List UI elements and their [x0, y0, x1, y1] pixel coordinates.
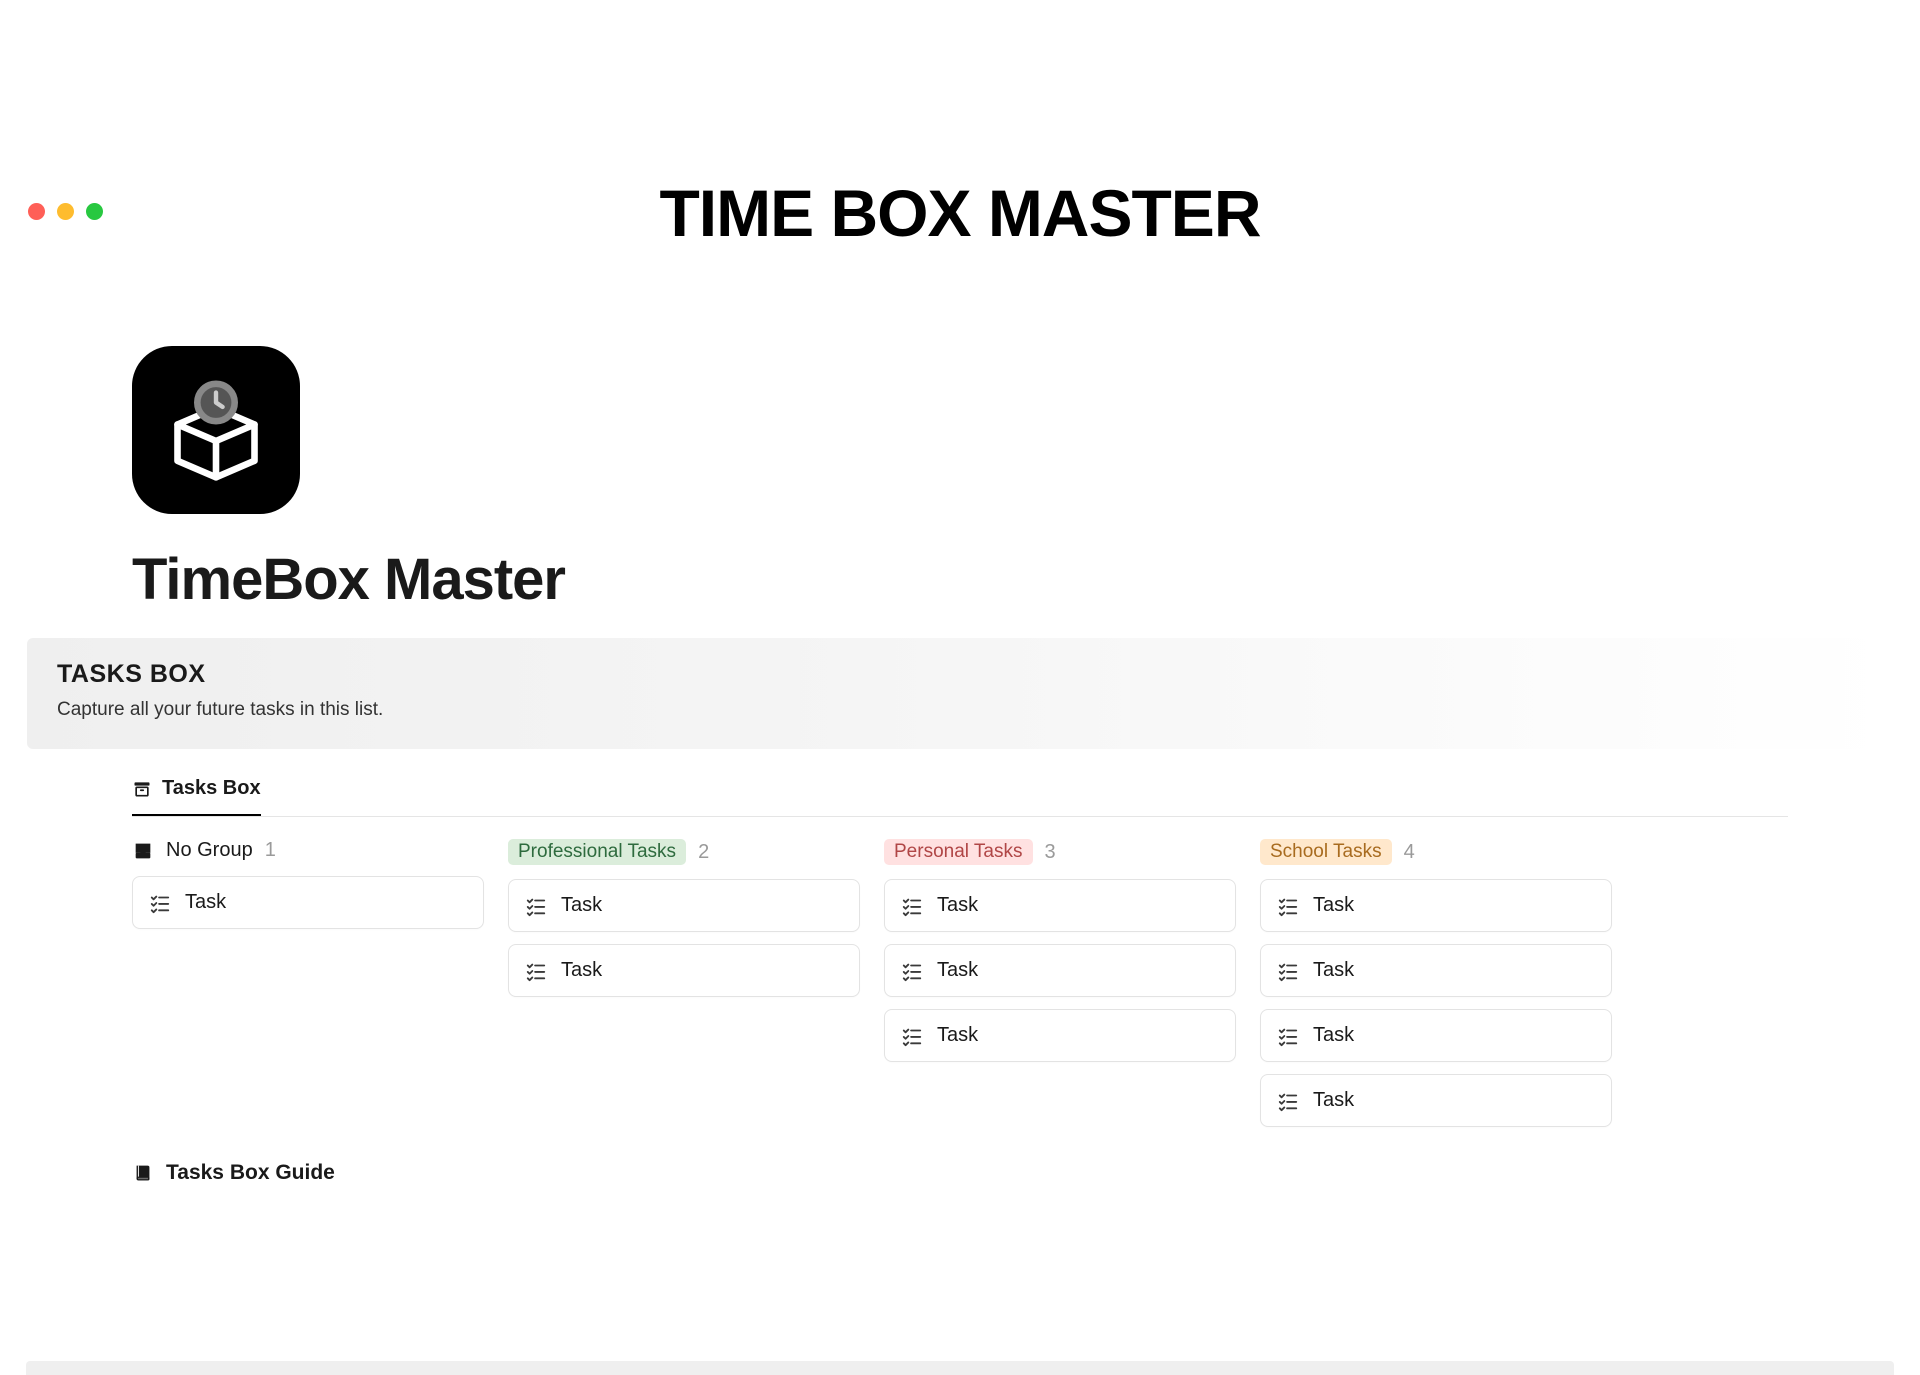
column-chip: School Tasks [1260, 839, 1392, 865]
checklist-icon [901, 895, 923, 917]
checklist-icon [525, 895, 547, 917]
checklist-icon [1277, 1090, 1299, 1112]
column-header[interactable]: Professional Tasks 2 [508, 839, 860, 865]
guide-label: Tasks Box Guide [166, 1161, 335, 1185]
column-count: 3 [1045, 841, 1056, 864]
column-chip: Personal Tasks [884, 839, 1033, 865]
hero-title: TIME BOX MASTER [0, 175, 1920, 251]
column-count: 2 [698, 841, 709, 864]
kanban-board: No Group 1 Task Professional Tasks 2 Task Task… [132, 839, 1788, 1139]
checklist-icon [149, 892, 171, 914]
view-tabs: Tasks Box [132, 777, 1788, 817]
callout-subtitle: Capture all your future tasks in this li… [57, 699, 1863, 721]
task-card[interactable]: Task [884, 944, 1236, 997]
checklist-icon [1277, 960, 1299, 982]
task-card[interactable]: Task [1260, 944, 1612, 997]
task-title: Task [1313, 894, 1354, 917]
column-count: 1 [265, 839, 276, 862]
checklist-icon [901, 1025, 923, 1047]
page-title: TimeBox Master [132, 546, 1788, 613]
tasks-box-guide-link[interactable]: Tasks Box Guide [132, 1161, 1788, 1185]
board-column: No Group 1 Task [132, 839, 484, 941]
task-card[interactable]: Task [1260, 1009, 1612, 1062]
task-title: Task [185, 891, 226, 914]
column-count: 4 [1404, 841, 1415, 864]
task-title: Task [1313, 1089, 1354, 1112]
task-title: Task [561, 959, 602, 982]
checklist-icon [1277, 895, 1299, 917]
box-clock-icon [161, 375, 271, 485]
task-card[interactable]: Task [508, 879, 860, 932]
tab-label: Tasks Box [162, 777, 261, 800]
board-column: Personal Tasks 3 Task Task Task [884, 839, 1236, 1074]
maximize-window-icon[interactable] [86, 203, 103, 220]
task-title: Task [1313, 1024, 1354, 1047]
task-card[interactable]: Task [884, 1009, 1236, 1062]
book-icon [132, 1162, 154, 1184]
inbox-icon [132, 840, 154, 862]
column-header[interactable]: School Tasks 4 [1260, 839, 1612, 865]
task-title: Task [1313, 959, 1354, 982]
task-title: Task [937, 894, 978, 917]
checklist-icon [901, 960, 923, 982]
column-chip: Professional Tasks [508, 839, 686, 865]
checklist-icon [525, 960, 547, 982]
column-label: No Group [166, 839, 253, 862]
task-card[interactable]: Task [1260, 879, 1612, 932]
task-card[interactable]: Task [508, 944, 860, 997]
task-card[interactable]: Task [884, 879, 1236, 932]
column-header[interactable]: No Group 1 [132, 839, 484, 862]
board-column: Professional Tasks 2 Task Task [508, 839, 860, 1009]
tasks-box-callout: TASKS BOX Capture all your future tasks … [27, 638, 1893, 749]
window-controls[interactable] [28, 203, 103, 220]
column-header[interactable]: Personal Tasks 3 [884, 839, 1236, 865]
board-column: School Tasks 4 Task Task Task Task [1260, 839, 1612, 1139]
close-window-icon[interactable] [28, 203, 45, 220]
task-card[interactable]: Task [132, 876, 484, 929]
archive-icon [132, 779, 152, 799]
task-title: Task [937, 1024, 978, 1047]
task-title: Task [937, 959, 978, 982]
callout-title: TASKS BOX [57, 660, 1863, 689]
bottom-strip [26, 1361, 1894, 1375]
minimize-window-icon[interactable] [57, 203, 74, 220]
checklist-icon [1277, 1025, 1299, 1047]
task-title: Task [561, 894, 602, 917]
task-card[interactable]: Task [1260, 1074, 1612, 1127]
app-icon [132, 346, 300, 514]
tab-tasks-box[interactable]: Tasks Box [132, 777, 261, 816]
